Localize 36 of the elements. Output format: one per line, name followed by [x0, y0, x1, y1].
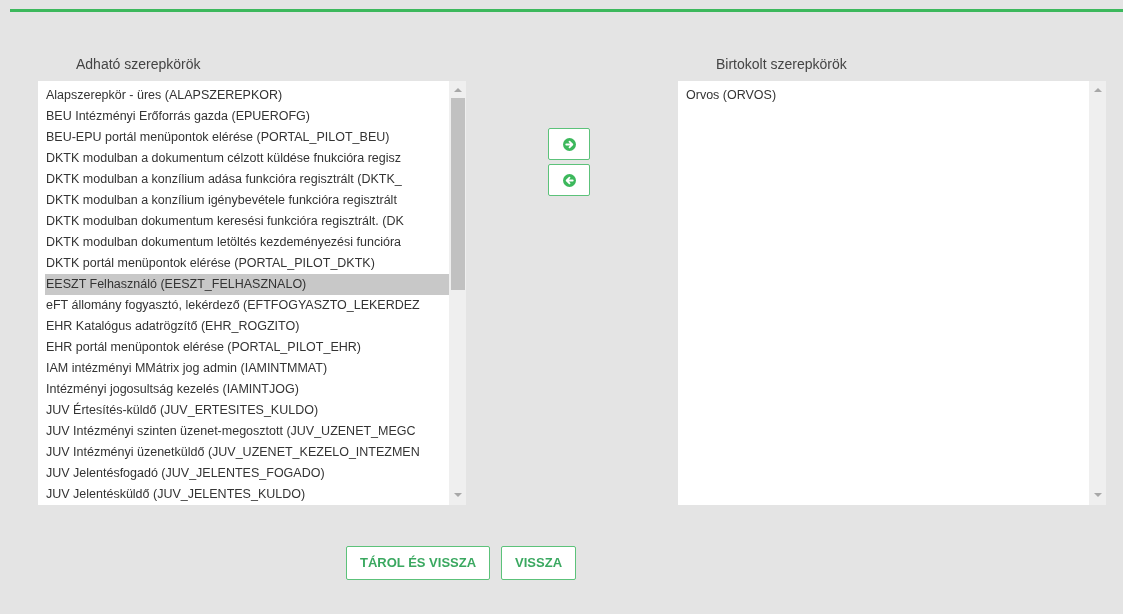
list-item[interactable]: JUV Jelentésfogadó (JUV_JELENTES_FOGADO) [45, 463, 449, 484]
list-item[interactable]: Intézményi jogosultság kezelés (IAMINTJOG) [45, 379, 449, 400]
list-item[interactable]: BEU-EPU portál menüpontok elérése (PORTAL_PILOT_BEU) [45, 127, 449, 148]
list-label: Adható szerepkörök [75, 55, 202, 74]
list-item[interactable]: DKTK modulban dokumentum keresési funkcióra regisztrált. (DK [45, 211, 449, 232]
scroll-down-icon[interactable] [453, 493, 462, 497]
list-item[interactable]: DKTK modulban a konzílium adása funkcióra regisztrált (DKTK_ [45, 169, 449, 190]
list-item[interactable]: DKTK modulban a dokumentum célzott küldése fnukcióra regisz [45, 148, 449, 169]
arrow-right-icon [562, 137, 576, 151]
scroll-up-icon[interactable] [1093, 88, 1102, 92]
list-item[interactable]: DKTK modulban dokumentum letöltés kezdeményezési funcióra [45, 232, 449, 253]
list-item[interactable]: eFT állomány fogyasztó, lekérdező (EFTFOGYASZTO_LEKERDEZ [45, 295, 449, 316]
scrollbar[interactable] [449, 81, 466, 505]
list-item[interactable]: JUV Intézményi üzenetküldő (JUV_UZENET_KEZELO_INTEZMEN [45, 442, 449, 463]
scroll-down-icon[interactable] [1093, 493, 1102, 497]
list-item[interactable]: JUV Jelentésküldő (JUV_JELENTES_KULDO) [45, 484, 449, 505]
list-item[interactable]: EESZT Felhasználó (EESZT_FELHASZNALO) [45, 274, 449, 295]
list-label: Birtokolt szerepkörök [715, 55, 848, 74]
list-item[interactable]: Orvos (ORVOS) [685, 85, 1089, 106]
add-button[interactable] [548, 128, 590, 160]
list-item[interactable]: DKTK portál menüpontok elérése (PORTAL_PILOT_DKTK) [45, 253, 449, 274]
scrollbar[interactable] [1089, 81, 1106, 505]
scroll-up-icon[interactable] [453, 88, 462, 92]
list-item[interactable]: DKTK modulban a konzílium igénybevétele funkcióra regisztrált [45, 190, 449, 211]
list-box[interactable]: Orvos (ORVOS) [678, 81, 1106, 505]
list-item[interactable]: JUV Intézményi szinten üzenet-megosztott (JUV_UZENET_MEGC [45, 421, 449, 442]
list-item[interactable]: EHR portál menüpontok elérése (PORTAL_PILOT_EHR) [45, 337, 449, 358]
list-item[interactable]: BEU Intézményi Erőforrás gazda (EPUEROFG) [45, 106, 449, 127]
list-item[interactable]: IAM intézményi MMátrix jog admin (IAMINTMMAT) [45, 358, 449, 379]
scroll-thumb[interactable] [450, 98, 465, 290]
list-item[interactable]: Alapszerepkör - üres (ALAPSZEREPKOR) [45, 85, 449, 106]
list-box[interactable] [38, 81, 466, 505]
remove-button[interactable] [548, 164, 590, 196]
arrow-left-icon [562, 173, 576, 187]
list-item[interactable]: JUV Értesítés-küldő (JUV_ERTESITES_KULDO) [45, 400, 449, 421]
list-item[interactable]: EHR Katalógus adatrögzítő (EHR_ROGZITO) [45, 316, 449, 337]
